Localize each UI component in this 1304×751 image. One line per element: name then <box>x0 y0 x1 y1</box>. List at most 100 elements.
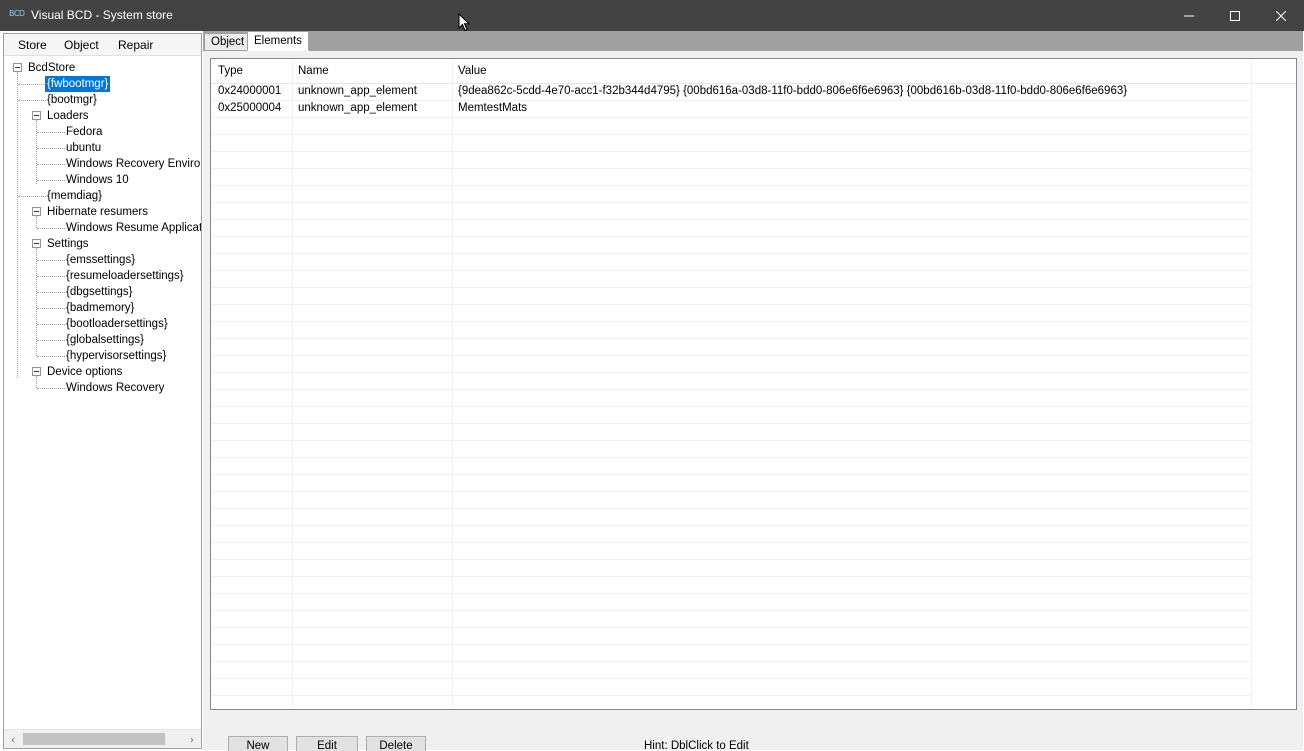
elements-panel: Type Name Value 0x24000001 unknown_app_e… <box>203 51 1303 751</box>
empty-row <box>211 407 1251 424</box>
empty-row <box>211 169 1251 186</box>
tree-horizontal-scrollbar[interactable]: ‹ › <box>4 729 201 748</box>
tree-node-settings[interactable]: Settings <box>47 236 89 252</box>
tree-node-badmemory[interactable]: {badmemory} <box>66 300 134 316</box>
tree-connector <box>37 340 65 341</box>
empty-row <box>211 560 1251 577</box>
tree-node-fedora[interactable]: Fedora <box>66 124 102 140</box>
tree-connector <box>37 324 65 325</box>
empty-row <box>211 271 1251 288</box>
empty-row <box>211 526 1251 543</box>
cell-value: MemtestMats <box>458 102 528 114</box>
tree-node-windows-recovery-environment[interactable]: Windows Recovery Environ <box>66 156 201 172</box>
empty-row <box>211 492 1251 509</box>
collapse-icon[interactable] <box>13 63 22 72</box>
title-bar[interactable]: BCD Visual BCD - System store <box>0 0 1304 31</box>
tree-node-loaders[interactable]: Loaders <box>47 108 89 124</box>
tree-node-bootmgr[interactable]: {bootmgr} <box>47 92 97 108</box>
close-button[interactable] <box>1258 0 1304 31</box>
tree-node-emssettings[interactable]: {emssettings} <box>66 252 135 268</box>
collapse-icon[interactable] <box>32 239 41 248</box>
empty-row <box>211 577 1251 594</box>
empty-row <box>211 543 1251 560</box>
tree-connector <box>37 228 65 229</box>
table-row[interactable]: 0x24000001 unknown_app_element {9dea862c… <box>211 84 1251 101</box>
column-header-name[interactable]: Name <box>298 65 329 77</box>
tree-connector <box>36 120 37 184</box>
empty-row <box>211 118 1251 135</box>
tree-connector <box>36 376 37 388</box>
tree-node-windows-recovery[interactable]: Windows Recovery <box>66 380 164 396</box>
tree-node-globalsettings[interactable]: {globalsettings} <box>66 332 144 348</box>
app-icon: BCD <box>9 9 25 18</box>
tree-connector <box>37 308 65 309</box>
empty-row <box>211 305 1251 322</box>
tree-node-dbgsettings[interactable]: {dbgsettings} <box>66 284 133 300</box>
tree-node-hypervisorsettings[interactable]: {hypervisorsettings} <box>66 348 166 364</box>
tree-connector <box>18 196 46 197</box>
empty-row <box>211 679 1251 696</box>
tree-node-bootloadersettings[interactable]: {bootloadersettings} <box>66 316 168 332</box>
maximize-button[interactable] <box>1212 0 1258 31</box>
empty-row <box>211 509 1251 526</box>
tree-connector <box>37 260 65 261</box>
collapse-icon[interactable] <box>32 367 41 376</box>
tree-node-windows-resume-application[interactable]: Windows Resume Applicatio <box>66 220 201 236</box>
tab-object[interactable]: Object <box>204 33 252 51</box>
tree-node-resumeloadersettings[interactable]: {resumeloadersettings} <box>66 268 184 284</box>
maximize-icon <box>1230 10 1240 21</box>
mouse-cursor-icon <box>458 13 470 32</box>
right-area: Object Elements Type Name Value 0x240000… <box>203 31 1303 751</box>
collapse-icon[interactable] <box>32 207 41 216</box>
scrollbar-thumb[interactable] <box>23 733 165 745</box>
tree-connector <box>37 180 65 181</box>
tree-node-memdiag[interactable]: {memdiag} <box>47 188 102 204</box>
empty-row <box>211 458 1251 475</box>
scroll-right-icon[interactable]: › <box>185 733 199 747</box>
minimize-button[interactable] <box>1166 0 1212 31</box>
window-title: Visual BCD - System store <box>31 8 173 22</box>
menu-object[interactable]: Object <box>64 38 99 52</box>
column-separator <box>1251 59 1252 709</box>
new-button[interactable]: New <box>228 736 288 751</box>
cell-value: {9dea862c-5cdd-4e70-acc1-f32b344d4795} {… <box>458 85 1128 97</box>
empty-row <box>211 441 1251 458</box>
table-row[interactable]: 0x25000004 unknown_app_element MemtestMa… <box>211 101 1251 118</box>
column-header-value[interactable]: Value <box>458 65 487 77</box>
left-pane: Store Object Repair BcdStore {fwbootmgr}… <box>3 33 202 749</box>
menu-repair[interactable]: Repair <box>118 38 153 52</box>
menu-store[interactable]: Store <box>18 38 47 52</box>
close-icon <box>1276 10 1286 21</box>
empty-row <box>211 220 1251 237</box>
empty-row <box>211 322 1251 339</box>
empty-row <box>211 390 1251 407</box>
tree-node-device-options[interactable]: Device options <box>47 364 122 380</box>
scroll-left-icon[interactable]: ‹ <box>6 733 20 747</box>
edit-button[interactable]: Edit <box>296 736 358 751</box>
tree-node-bcdstore[interactable]: BcdStore <box>28 60 75 76</box>
tree-connector <box>18 100 46 101</box>
grid-header: Type Name Value <box>211 59 1296 84</box>
empty-row <box>211 339 1251 356</box>
tree-node-ubuntu[interactable]: ubuntu <box>66 140 101 156</box>
empty-row <box>211 594 1251 611</box>
menu-bar: Store Object Repair <box>4 34 201 56</box>
store-tree[interactable]: BcdStore {fwbootmgr} {bootmgr} Loaders F… <box>4 58 201 729</box>
tree-node-windows-10[interactable]: Windows 10 <box>66 172 129 188</box>
delete-button[interactable]: Delete <box>366 736 426 751</box>
column-header-type[interactable]: Type <box>218 65 243 77</box>
tab-strip: Object Elements <box>203 31 1303 51</box>
elements-grid[interactable]: Type Name Value 0x24000001 unknown_app_e… <box>210 58 1297 710</box>
tree-connector <box>37 164 65 165</box>
tree-node-hibernate-resumers[interactable]: Hibernate resumers <box>47 204 148 220</box>
collapse-icon[interactable] <box>32 111 41 120</box>
minimize-icon <box>1184 15 1194 16</box>
empty-row <box>211 356 1251 373</box>
empty-row <box>211 288 1251 305</box>
tab-elements[interactable]: Elements <box>247 31 309 51</box>
empty-row <box>211 254 1251 271</box>
tree-node-fwbootmgr[interactable]: {fwbootmgr} <box>43 75 112 93</box>
empty-row <box>211 237 1251 254</box>
tree-connector <box>36 216 37 228</box>
empty-row <box>211 611 1251 628</box>
